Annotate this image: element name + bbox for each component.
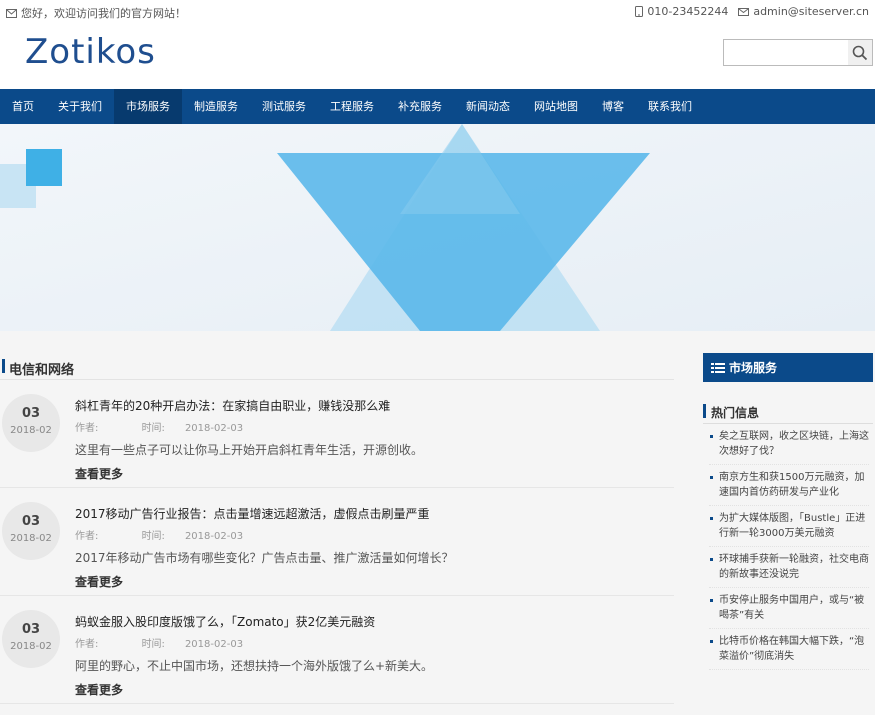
- banner-graphic: [0, 124, 875, 331]
- main-area: 电信和网络 03 2018-02 斜杠青年的20种开启办法：在家搞自由职业，赚钱…: [0, 331, 875, 715]
- article-item: 03 2018-02 斜杠青年的20种开启办法：在家搞自由职业，赚钱没那么难 作…: [0, 380, 674, 488]
- date-yearmonth: 2018-02: [10, 425, 52, 436]
- hot-item[interactable]: 币安停止服务中国用户，或与“被喝茶”有关: [709, 588, 869, 629]
- list-icon: [711, 362, 725, 373]
- article-title[interactable]: 蚂蚁金服入股印度版饿了么，「Zomato」获2亿美元融资: [75, 613, 375, 630]
- nav-home[interactable]: 首页: [0, 89, 46, 124]
- hot-item[interactable]: 南京方生和获1500万元融资，加速国内首仿药研发与产业化: [709, 465, 869, 506]
- hot-item[interactable]: 比特币价格在韩国大幅下跌，“泡菜溢价”彻底消失: [709, 629, 869, 670]
- welcome-message: 您好，欢迎访问我们的官方网站！: [6, 5, 186, 21]
- search-input[interactable]: [724, 40, 848, 65]
- phone-info: 010-23452244: [635, 5, 728, 18]
- nav-testing[interactable]: 测试服务: [250, 89, 318, 124]
- hot-info-title: 热门信息: [711, 406, 760, 420]
- article-meta: 作者: 时间: 2018-02-03: [75, 527, 263, 542]
- date-day: 03: [21, 514, 41, 529]
- sidebar: 市场服务 热门信息 矣之互联网，收之区块链，上海这次想好了伐？ 南京方生和获15…: [703, 353, 873, 670]
- time-label: 时间:: [141, 423, 165, 434]
- author-label: 作者:: [75, 423, 99, 434]
- site-logo[interactable]: Zotikos: [25, 32, 156, 72]
- article-time: 2018-02-03: [184, 423, 244, 434]
- nav-about[interactable]: 关于我们: [46, 89, 114, 124]
- welcome-text: 您好，欢迎访问我们的官方网站！: [21, 7, 186, 20]
- hero-banner: [0, 124, 875, 331]
- article-meta: 作者: 时间: 2018-02-03: [75, 419, 263, 434]
- section-title: 电信和网络: [9, 363, 75, 378]
- article-item: 03 2018-02 蚂蚁金服入股印度版饿了么，「Zomato」获2亿美元融资 …: [0, 596, 674, 704]
- nav-contact[interactable]: 联系我们: [636, 89, 704, 124]
- sidebar-header-label: 市场服务: [729, 361, 778, 375]
- article-time: 2018-02-03: [184, 639, 244, 650]
- article-meta: 作者: 时间: 2018-02-03: [75, 635, 263, 650]
- section-header: 电信和网络: [0, 331, 674, 380]
- header: Zotikos: [0, 24, 875, 89]
- main-nav: 首页 关于我们 市场服务 制造服务 测试服务 工程服务 补充服务 新闻动态 网站…: [0, 89, 875, 124]
- section-accent-bar: [2, 359, 5, 373]
- hot-accent-bar: [703, 404, 706, 418]
- hot-item[interactable]: 矣之互联网，收之区块链，上海这次想好了伐？: [709, 424, 869, 465]
- search-box: [723, 39, 873, 66]
- hot-item[interactable]: 为扩大媒体版图，「Bustle」正进行新一轮3000万美元融资: [709, 506, 869, 547]
- article-time: 2018-02-03: [184, 531, 244, 542]
- author-label: 作者:: [75, 531, 99, 542]
- nav-market-services[interactable]: 市场服务: [114, 89, 182, 124]
- read-more-link[interactable]: 查看更多: [75, 681, 123, 698]
- date-yearmonth: 2018-02: [10, 641, 52, 652]
- date-badge: 03 2018-02: [2, 394, 60, 452]
- search-button[interactable]: [848, 40, 872, 65]
- time-label: 时间:: [141, 531, 165, 542]
- article-title[interactable]: 斜杠青年的20种开启办法：在家搞自由职业，赚钱没那么难: [75, 397, 390, 414]
- date-yearmonth: 2018-02: [10, 533, 52, 544]
- hot-info-list: 矣之互联网，收之区块链，上海这次想好了伐？ 南京方生和获1500万元融资，加速国…: [703, 424, 873, 670]
- hot-item[interactable]: 环球捕手获新一轮融资，社交电商的新故事还没说完: [709, 547, 869, 588]
- time-label: 时间:: [141, 639, 165, 650]
- email-address[interactable]: admin@siteserver.cn: [753, 5, 869, 18]
- read-more-link[interactable]: 查看更多: [75, 573, 123, 590]
- article-summary: 阿里的野心，不止中国市场，还想扶持一个海外版饿了么+新美大。: [75, 659, 434, 673]
- read-more-link[interactable]: 查看更多: [75, 465, 123, 482]
- phone-icon: [635, 6, 644, 17]
- date-day: 03: [21, 622, 41, 637]
- email-info[interactable]: admin@siteserver.cn: [738, 5, 869, 18]
- date-day: 03: [21, 406, 41, 421]
- nav-news[interactable]: 新闻动态: [454, 89, 522, 124]
- phone-number: 010-23452244: [647, 5, 729, 18]
- date-badge: 03 2018-02: [2, 502, 60, 560]
- top-bar: 您好，欢迎访问我们的官方网站！ 010-23452244 admin@sites…: [0, 0, 875, 24]
- nav-manufacturing[interactable]: 制造服务: [182, 89, 250, 124]
- search-icon: [852, 45, 868, 60]
- nav-sitemap[interactable]: 网站地图: [522, 89, 590, 124]
- article-title[interactable]: 2017移动广告行业报告：点击量增速远超激活，虚假点击刷量严重: [75, 505, 430, 522]
- nav-supplementary[interactable]: 补充服务: [386, 89, 454, 124]
- mail-icon: [738, 7, 750, 16]
- date-badge: 03 2018-02: [2, 610, 60, 668]
- article-item: 03 2018-02 2017移动广告行业报告：点击量增速远超激活，虚假点击刷量…: [0, 488, 674, 596]
- article-summary: 2017年移动广告市场有哪些变化？广告点击量、推广激活量如何增长？: [75, 551, 454, 565]
- article-summary: 这里有一些点子可以让你马上开始开启斜杠青年生活，开源创收。: [75, 443, 424, 457]
- nav-blog[interactable]: 博客: [590, 89, 636, 124]
- hot-info-header: 热门信息: [703, 402, 873, 424]
- nav-engineering[interactable]: 工程服务: [318, 89, 386, 124]
- envelope-icon: [6, 8, 17, 18]
- article-section: 电信和网络 03 2018-02 斜杠青年的20种开启办法：在家搞自由职业，赚钱…: [0, 331, 674, 704]
- sidebar-header[interactable]: 市场服务: [703, 353, 873, 382]
- author-label: 作者:: [75, 639, 99, 650]
- contact-info: 010-23452244 admin@siteserver.cn: [635, 5, 869, 18]
